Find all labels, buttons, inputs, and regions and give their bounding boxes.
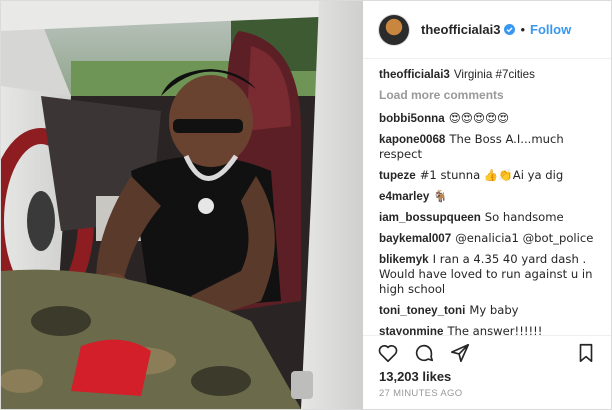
action-bar xyxy=(363,335,611,369)
header-username[interactable]: theofficialai3 xyxy=(421,22,500,37)
post-photo[interactable] xyxy=(1,1,363,409)
post-image xyxy=(1,1,363,409)
caption: theofficialai3 Virginia #7cities xyxy=(379,67,595,82)
comment-username[interactable]: bobbi5onna xyxy=(379,112,445,125)
comment-text: @enalicia1 @bot_police xyxy=(455,231,594,245)
comment-text: My baby xyxy=(469,303,519,317)
comment-text: The answer!!!!!! xyxy=(447,324,543,335)
load-more-comments[interactable]: Load more comments xyxy=(379,88,595,103)
comment-username[interactable]: stayonmine xyxy=(379,325,443,335)
comment-row: tupeze #1 stunna 👍👏Ai ya dig xyxy=(379,168,595,183)
comment-username[interactable]: baykemal007 xyxy=(379,232,451,245)
likes-count[interactable]: 13,203 likes xyxy=(363,369,611,384)
comment-row: e4marley 🐐 xyxy=(379,189,595,204)
profile-avatar[interactable] xyxy=(379,14,409,45)
comment-text: 🐐 xyxy=(433,189,448,203)
instagram-post: theofficialai3 • Follow theofficialai3 Vi… xyxy=(0,0,612,410)
comment-text: 😍😍😍😍😍 xyxy=(448,111,510,125)
comment-row: stayonmine The answer!!!!!! xyxy=(379,324,595,335)
comment-row: toni_toney_toni My baby xyxy=(379,303,595,318)
comment-row: iam_bossupqueen So handsome xyxy=(379,210,595,225)
comment-username[interactable]: blikemyk xyxy=(379,253,429,266)
bookmark-icon[interactable] xyxy=(575,342,597,364)
comments-list[interactable]: theofficialai3 Virginia #7cities Load mor… xyxy=(363,59,611,335)
comment-text: So handsome xyxy=(484,210,564,224)
header-separator: • xyxy=(520,22,526,37)
comment-username[interactable]: toni_toney_toni xyxy=(379,304,465,317)
comment-icon[interactable] xyxy=(413,342,435,364)
heart-icon[interactable] xyxy=(377,342,399,364)
comment-username[interactable]: e4marley xyxy=(379,190,429,203)
comment-username[interactable]: kapone0068 xyxy=(379,133,445,146)
post-sidebar: theofficialai3 • Follow theofficialai3 Vi… xyxy=(363,1,611,409)
comment-row: baykemal007 @enalicia1 @bot_police xyxy=(379,231,595,246)
follow-button[interactable]: Follow xyxy=(530,22,571,37)
comment-row: blikemyk I ran a 4.35 40 yard dash . Woul… xyxy=(379,252,595,297)
share-icon[interactable] xyxy=(449,342,471,364)
timestamp: 27 MINUTES AGO xyxy=(379,388,463,399)
comment-username[interactable]: tupeze xyxy=(379,169,416,182)
caption-text: Virginia #7cities xyxy=(453,68,535,81)
comment-row: bobbi5onna 😍😍😍😍😍 xyxy=(379,111,595,126)
verified-badge-icon xyxy=(504,24,516,35)
comments: bobbi5onna 😍😍😍😍😍 kapone0068 The Boss A.I...… xyxy=(379,111,595,335)
comment-text: #1 stunna 👍👏Ai ya dig xyxy=(419,168,564,182)
comment-username[interactable]: iam_bossupqueen xyxy=(379,211,481,224)
caption-username[interactable]: theofficialai3 xyxy=(379,68,450,81)
post-header: theofficialai3 • Follow xyxy=(363,1,611,59)
comment-row: kapone0068 The Boss A.I...much respect xyxy=(379,132,595,162)
